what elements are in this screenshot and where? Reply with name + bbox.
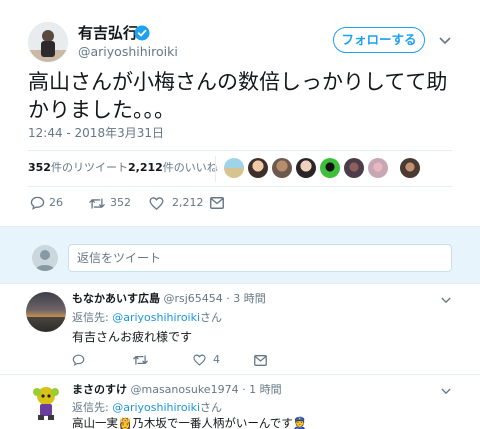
likes-stat-label: 件のいいね	[162, 161, 218, 174]
follow-button-label: フォローする	[341, 32, 417, 47]
author-name[interactable]: 有吉弘行	[78, 24, 138, 42]
liker-avatar[interactable]	[296, 158, 316, 178]
reply-to-handle[interactable]: @ariyoshihiroiki	[112, 311, 200, 324]
reply-avatar[interactable]	[26, 382, 66, 422]
liker-avatar[interactable]	[344, 158, 364, 178]
reply-text: 高山一実👸乃木坂で一番人柄がいーんです👮	[72, 416, 308, 429]
default-user-icon	[35, 250, 55, 271]
reply-input-placeholder: 返信をツイート	[77, 251, 162, 265]
character-avatar-image	[26, 382, 66, 422]
liker-avatar[interactable]	[248, 158, 268, 178]
reply-context-prefix: 返信先:	[72, 311, 113, 324]
reply-text: 有吉さんお疲れ様です	[72, 330, 193, 344]
reply-author-name[interactable]: もなかあいす広島	[72, 292, 160, 305]
reply-author-handle[interactable]: @rsj65454	[164, 292, 223, 305]
retweets-stat-count: 352	[28, 161, 51, 174]
stats-divider	[215, 156, 216, 182]
avatar-photo	[28, 22, 68, 62]
message-icon[interactable]	[210, 197, 224, 209]
liker-avatar[interactable]	[272, 158, 292, 178]
reply-context: 返信先: @ariyoshihiroikiさん	[72, 401, 222, 415]
reply-input[interactable]: 返信をツイート	[68, 244, 452, 272]
reply-like-count: 4	[213, 353, 220, 366]
liker-avatars	[224, 158, 444, 178]
verified-badge-icon	[134, 25, 150, 41]
reply-count: 26	[49, 196, 63, 209]
liker-avatar[interactable]	[224, 158, 244, 178]
tweet-text-line2: かりました。。。	[28, 98, 175, 122]
reply-time[interactable]: · 1 時間	[242, 383, 282, 396]
reply-author-name[interactable]: まさのすけ	[72, 383, 127, 396]
reply-avatar[interactable]	[26, 292, 66, 332]
reply-icon[interactable]	[30, 196, 45, 210]
reply-context-suffix: さん	[200, 401, 223, 414]
current-user-avatar	[32, 245, 58, 271]
reply-to-handle[interactable]: @ariyoshihiroiki	[112, 401, 200, 414]
heart-icon[interactable]	[149, 197, 164, 210]
reply-context-prefix: 返信先:	[72, 401, 113, 414]
chevron-down-icon[interactable]	[441, 388, 451, 395]
likes-stat[interactable]: 2,212件のいいね	[128, 160, 218, 176]
follow-button[interactable]: フォローする	[333, 27, 425, 53]
reply-author-handle[interactable]: @masanosuke1974	[131, 383, 239, 396]
liker-avatar[interactable]	[320, 158, 340, 178]
retweet-count: 352	[110, 196, 131, 209]
reply-icon[interactable]	[72, 354, 85, 366]
reply-header: まさのすけ @masanosuke1974 · 1 時間	[72, 383, 282, 397]
like-count: 2,212	[172, 196, 204, 209]
message-icon[interactable]	[254, 355, 267, 366]
chevron-down-icon[interactable]	[439, 37, 451, 45]
likes-stat-count: 2,212	[128, 161, 163, 174]
reply-time[interactable]: · 3 時間	[226, 292, 266, 305]
tweet-timestamp[interactable]: 12:44 - 2018年3月31日	[28, 126, 164, 140]
heart-icon[interactable]	[193, 354, 206, 366]
retweet-icon[interactable]	[89, 197, 105, 210]
reply-header: もなかあいす広島 @rsj65454 · 3 時間	[72, 292, 266, 306]
tweet-text: 高山さんが小梅さんの数倍しっかりしてて助 かりました。。。	[28, 68, 447, 124]
retweets-stat[interactable]: 352件のリツイート	[28, 160, 128, 176]
retweet-icon[interactable]	[133, 354, 148, 366]
reply-context: 返信先: @ariyoshihiroikiさん	[72, 311, 222, 325]
retweets-stat-label: 件のリツイート	[50, 161, 128, 174]
author-handle[interactable]: @ariyoshihiroiki	[78, 44, 178, 60]
chevron-down-icon[interactable]	[441, 297, 451, 304]
liker-avatar[interactable]	[368, 158, 388, 178]
author-avatar[interactable]	[28, 22, 68, 62]
liker-avatar[interactable]	[400, 158, 420, 178]
reply-context-suffix: さん	[200, 311, 223, 324]
tweet-text-line1: 高山さんが小梅さんの数倍しっかりしてて助	[28, 70, 448, 94]
